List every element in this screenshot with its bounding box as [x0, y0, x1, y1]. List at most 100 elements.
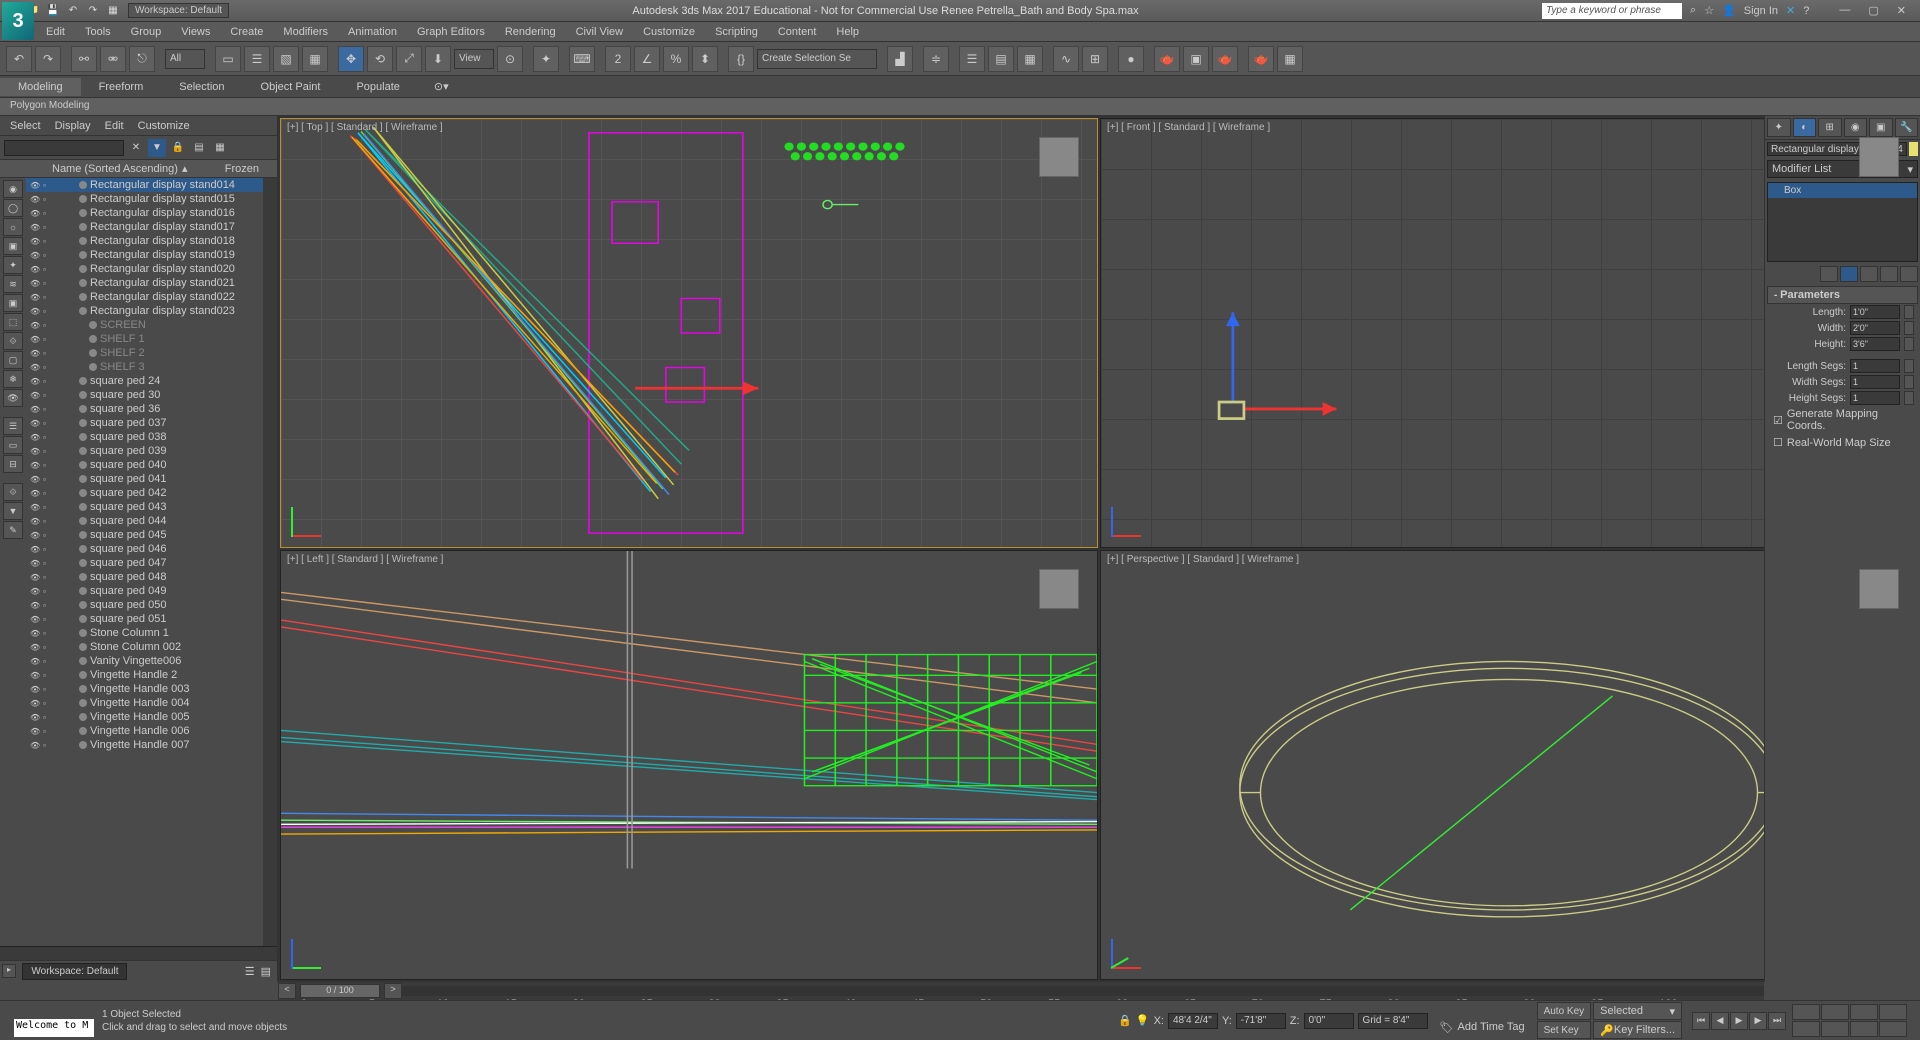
chk-mapping[interactable]: ☑Generate Mapping Coords. — [1767, 406, 1918, 434]
qat-project-icon[interactable]: ▦ — [104, 3, 122, 19]
editset-button[interactable]: {} — [728, 46, 754, 72]
open-a360-button[interactable]: ▦ — [1277, 46, 1303, 72]
spinner-arrows[interactable] — [1904, 337, 1914, 351]
menu-animation[interactable]: Animation — [338, 24, 407, 40]
menu-scripting[interactable]: Scripting — [705, 24, 768, 40]
unlink-button[interactable]: ⚮ — [100, 46, 126, 72]
select-rotate-button[interactable]: ⟲ — [367, 46, 393, 72]
s360-button[interactable]: 🫖 — [1248, 46, 1274, 72]
list-item[interactable]: 👁▫square ped 36 — [26, 402, 263, 416]
maximize-button[interactable]: ▢ — [1868, 4, 1878, 17]
nav-walk-button[interactable] — [1821, 1021, 1849, 1037]
filter-bone-icon[interactable]: ⟐ — [3, 332, 23, 350]
list-item[interactable]: 👁▫square ped 050 — [26, 598, 263, 612]
tab-objectpaint[interactable]: Object Paint — [243, 78, 339, 96]
filter-container-icon[interactable]: ▢ — [3, 351, 23, 369]
menu-group[interactable]: Group — [121, 24, 172, 40]
nav-zoomall-button[interactable] — [1821, 1004, 1849, 1020]
timeslider-next[interactable]: > — [384, 983, 402, 999]
curve-editor-button[interactable]: ∿ — [1053, 46, 1079, 72]
se-column-header[interactable]: Name (Sorted Ascending) ▴ Frozen — [0, 160, 277, 178]
qat-save-icon[interactable]: 💾 — [44, 3, 62, 19]
list-item[interactable]: 👁▫square ped 049 — [26, 584, 263, 598]
se-clear-icon[interactable]: ✕ — [127, 139, 145, 157]
tab-selection[interactable]: Selection — [161, 78, 242, 96]
list-item[interactable]: 👁▫SHELF 3 — [26, 360, 263, 374]
filter-xref-icon[interactable]: ⬚ — [3, 313, 23, 331]
list-item[interactable]: 👁▫Rectangular display stand016 — [26, 206, 263, 220]
list-item[interactable]: 👁▫SHELF 2 — [26, 346, 263, 360]
se-menu-select[interactable]: Select — [10, 120, 41, 132]
viewport-left[interactable]: [+] [ Left ] [ Standard ] [ Wireframe ] — [280, 550, 1098, 980]
coord-x-input[interactable]: 48'4 2/4" — [1168, 1013, 1218, 1029]
vp-front-label[interactable]: [+] [ Front ] [ Standard ] [ Wireframe ] — [1107, 122, 1270, 133]
se-menu-customize[interactable]: Customize — [138, 120, 190, 132]
qat-redo-icon[interactable]: ↷ — [84, 3, 102, 19]
list-item[interactable]: 👁▫square ped 040 — [26, 458, 263, 472]
spinner-arrows[interactable] — [1904, 359, 1914, 373]
configure-icon[interactable] — [1900, 266, 1918, 282]
nav-maximize-button[interactable] — [1879, 1021, 1907, 1037]
make-unique-icon[interactable] — [1860, 266, 1878, 282]
ribbon-button[interactable]: ▦ — [1017, 46, 1043, 72]
se-hdr-frozen[interactable]: Frozen — [225, 163, 259, 175]
goto-start-button[interactable]: ⏮ — [1692, 1012, 1710, 1030]
coord-y-input[interactable]: -71'8" — [1236, 1013, 1286, 1029]
keyfilters-button[interactable]: 🔑Key Filters... — [1593, 1021, 1682, 1039]
filter-camera-icon[interactable]: ▣ — [3, 237, 23, 255]
filter-spec2-icon[interactable]: ▼ — [3, 502, 23, 520]
list-item[interactable]: 👁▫Rectangular display stand020 — [26, 262, 263, 276]
app-logo[interactable]: 3 — [2, 2, 34, 40]
list-item[interactable]: 👁▫Rectangular display stand023 — [26, 304, 263, 318]
add-time-tag[interactable]: Add Time Tag — [1458, 1021, 1525, 1033]
refcoord-dropdown[interactable]: View — [454, 49, 494, 69]
list-item[interactable]: 👁▫square ped 038 — [26, 430, 263, 444]
time-slider[interactable]: < 0 / 100 > — [278, 982, 1764, 1000]
tab-populate[interactable]: Populate — [338, 78, 417, 96]
list-item[interactable]: 👁▫Rectangular display stand014 — [26, 178, 263, 192]
coord-z-input[interactable]: 0'0" — [1304, 1013, 1354, 1029]
list-item[interactable]: 👁▫Stone Column 002 — [26, 640, 263, 654]
menu-create[interactable]: Create — [220, 24, 273, 40]
ribbon-collapse-icon[interactable]: ⊙▾ — [434, 80, 449, 93]
filter-light-icon[interactable]: ☼ — [3, 218, 23, 236]
se-search-input[interactable] — [4, 140, 124, 156]
select-manipulate-button[interactable]: ✦ — [533, 46, 559, 72]
filter-group-icon[interactable]: ▣ — [3, 294, 23, 312]
list-item[interactable]: 👁▫square ped 043 — [26, 500, 263, 514]
list-item[interactable]: 👁▫Vingette Handle 005 — [26, 710, 263, 724]
nav-fov-button[interactable] — [1879, 1004, 1907, 1020]
list-item[interactable]: 👁▫Vanity Vingette006 — [26, 654, 263, 668]
vp-top-label[interactable]: [+] [ Top ] [ Standard ] [ Wireframe ] — [287, 122, 443, 133]
goto-end-button[interactable]: ⏭ — [1768, 1012, 1786, 1030]
param-width-input[interactable]: 2'0" — [1850, 321, 1900, 335]
viewcube-left[interactable] — [1029, 559, 1089, 619]
maxscript-listener[interactable]: Welcome to M — [14, 1019, 94, 1037]
keyboard-shortcut-button[interactable]: ⌨ — [569, 46, 595, 72]
menu-grapheditors[interactable]: Graph Editors — [407, 24, 495, 40]
filter-none-icon[interactable]: ▭ — [3, 436, 23, 454]
spinner-arrows[interactable] — [1904, 305, 1914, 319]
spinner-arrows[interactable] — [1904, 375, 1914, 389]
list-item[interactable]: 👁▫Rectangular display stand022 — [26, 290, 263, 304]
user-icon[interactable]: 👤 — [1722, 4, 1736, 17]
isolate-icon[interactable]: 💡 — [1136, 1014, 1150, 1027]
menu-tools[interactable]: Tools — [75, 24, 121, 40]
select-region-button[interactable]: ▧ — [273, 46, 299, 72]
list-item[interactable]: 👁▫SCREEN — [26, 318, 263, 332]
chk-realworld[interactable]: ☐Real-World Map Size — [1767, 434, 1918, 451]
filter-spec1-icon[interactable]: ⟐ — [3, 483, 23, 501]
nav-orbit-button[interactable] — [1850, 1021, 1878, 1037]
layer-explorer-button[interactable]: ▤ — [988, 46, 1014, 72]
redo-button[interactable]: ↷ — [35, 46, 61, 72]
viewport-top[interactable]: [+] [ Top ] [ Standard ] [ Wireframe ] — [280, 118, 1098, 548]
param-hsegs-input[interactable]: 1 — [1850, 391, 1900, 405]
timeslider-handle[interactable]: 0 / 100 — [300, 984, 380, 998]
list-item[interactable]: 👁▫square ped 051 — [26, 612, 263, 626]
list-item[interactable]: 👁▫Rectangular display stand019 — [26, 248, 263, 262]
menu-customize[interactable]: Customize — [633, 24, 705, 40]
list-item[interactable]: 👁▫square ped 048 — [26, 570, 263, 584]
se-workspace-dropdown[interactable]: Workspace: Default — [22, 963, 127, 980]
link-button[interactable]: ⚯ — [71, 46, 97, 72]
star-icon[interactable]: ☆ — [1704, 4, 1714, 17]
